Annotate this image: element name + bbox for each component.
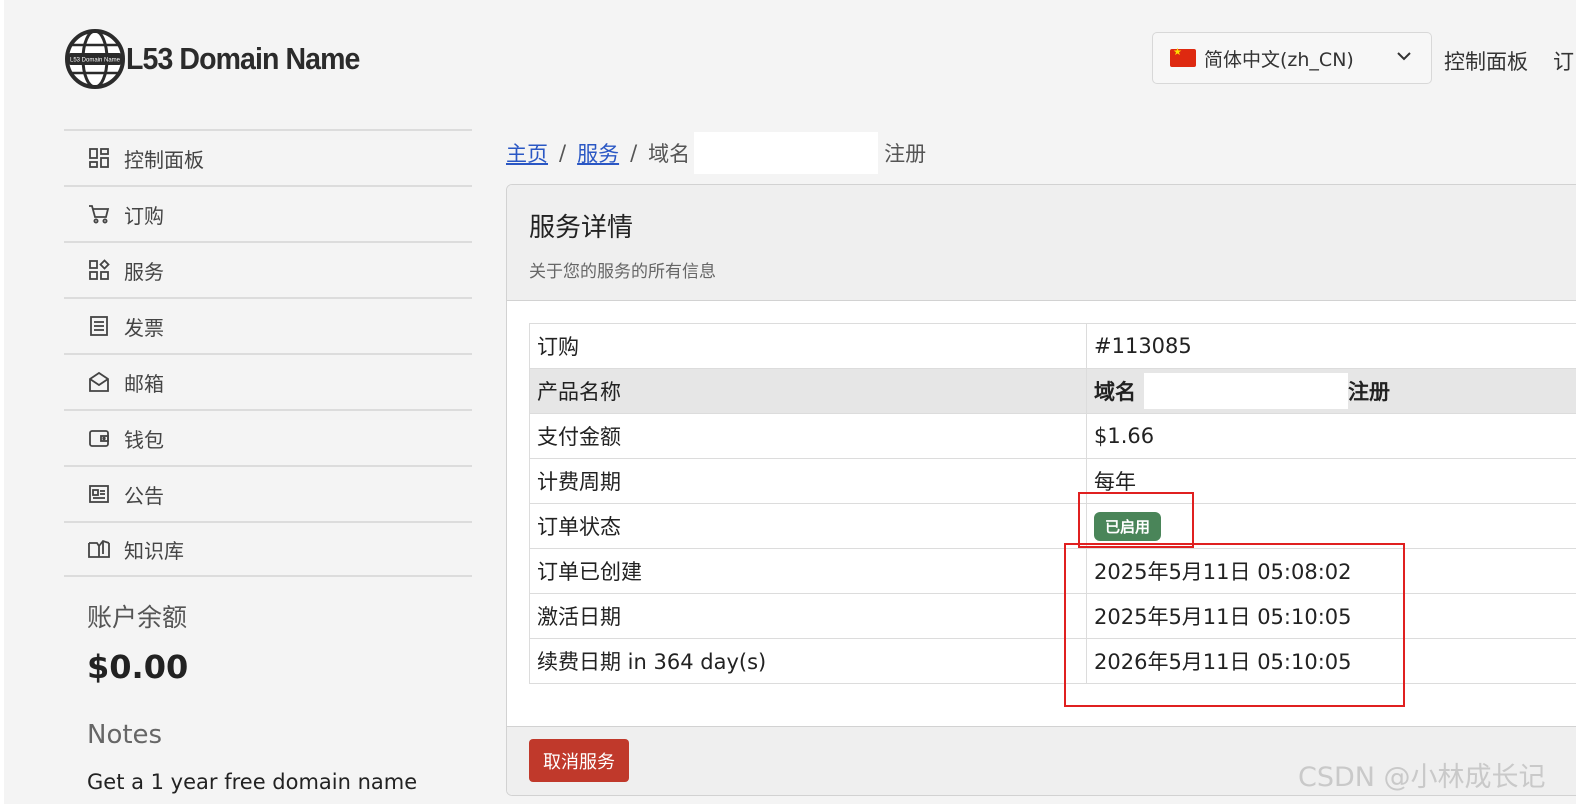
mail-icon bbox=[89, 371, 109, 392]
sidebar-item-label: 公告 bbox=[124, 483, 164, 508]
breadcrumb-separator: / bbox=[630, 141, 638, 165]
card-subtitle: 关于您的服务的所有信息 bbox=[529, 262, 716, 282]
sidebar-item-knowledgebase[interactable]: 知识库 bbox=[64, 521, 472, 577]
invoice-icon bbox=[90, 316, 108, 336]
language-selected: 简体中文(zh_CN) bbox=[1204, 48, 1354, 71]
sidebar-item-orders[interactable]: 订购 bbox=[64, 185, 472, 241]
annotation-box-dates bbox=[1064, 543, 1405, 707]
sidebar-item-label: 控制面板 bbox=[124, 147, 204, 172]
sidebar-item-label: 服务 bbox=[124, 259, 164, 284]
table-row: 激活日期 2025年5月11日 05:10:05 bbox=[530, 594, 1576, 639]
card-header: 服务详情 关于您的服务的所有信息 bbox=[507, 185, 1576, 301]
globe-logo-icon: L53 Domain Name bbox=[65, 29, 125, 89]
dashboard-icon bbox=[89, 148, 109, 168]
row-value: #113085 bbox=[1094, 334, 1192, 358]
card-title: 服务详情 bbox=[529, 213, 634, 243]
chevron-down-icon bbox=[1397, 52, 1411, 61]
page-edge bbox=[0, 0, 4, 804]
sidebar-item-invoices[interactable]: 发票 bbox=[64, 297, 472, 353]
sidebar-item-mail[interactable]: 邮箱 bbox=[64, 353, 472, 409]
product-name-prefix: 域名 bbox=[1094, 380, 1136, 404]
row-label: 订购 bbox=[530, 324, 1087, 368]
notes-text: Get a 1 year free domain name bbox=[87, 770, 418, 794]
product-name-suffix: 注册 bbox=[1348, 380, 1390, 404]
row-label: 产品名称 bbox=[530, 369, 1087, 413]
table-row: 产品名称 域名 注册 bbox=[530, 369, 1576, 414]
sidebar-item-dashboard[interactable]: 控制面板 bbox=[64, 129, 472, 185]
site-logo[interactable]: L53 Domain Name L53 Domain Name bbox=[64, 28, 380, 90]
table-row: 订单已创建 2025年5月11日 05:08:02 bbox=[530, 549, 1576, 594]
breadcrumb-services-link[interactable]: 服务 bbox=[577, 138, 619, 168]
logo-badge-text: L53 Domain Name bbox=[70, 58, 121, 64]
row-label: 订单状态 bbox=[530, 504, 1087, 548]
annotation-box-status bbox=[1078, 492, 1194, 548]
table-row: 订购 #113085 bbox=[530, 324, 1576, 369]
breadcrumb-current-prefix: 域名 bbox=[648, 142, 691, 166]
news-icon bbox=[89, 485, 109, 503]
table-row: 计费周期 每年 bbox=[530, 459, 1576, 504]
row-label: 支付金额 bbox=[530, 414, 1087, 458]
sidebar-item-label: 订购 bbox=[124, 203, 164, 228]
notes-title: Notes bbox=[87, 720, 163, 750]
language-select[interactable]: 简体中文(zh_CN) bbox=[1152, 32, 1432, 84]
balance-title: 账户余额 bbox=[87, 603, 188, 632]
services-icon bbox=[89, 259, 110, 280]
balance-value: $0.00 bbox=[87, 648, 189, 686]
sidebar-item-label: 钱包 bbox=[124, 427, 164, 452]
cn-flag-icon bbox=[1170, 47, 1196, 67]
table-row: 订单状态 已启用 bbox=[530, 504, 1576, 549]
row-label: 计费周期 bbox=[530, 459, 1087, 503]
cancel-service-button[interactable]: 取消服务 bbox=[529, 739, 629, 782]
row-value: $1.66 bbox=[1094, 424, 1155, 448]
sidebar-item-services[interactable]: 服务 bbox=[64, 241, 472, 297]
breadcrumb-separator: / bbox=[559, 141, 567, 165]
service-details-card: 服务详情 关于您的服务的所有信息 订购 #113085 产品名称 域名 注册 支… bbox=[506, 184, 1576, 796]
redacted-domain bbox=[1144, 373, 1348, 409]
row-label: 续费日期 in 364 day(s) bbox=[530, 639, 1087, 683]
row-label: 激活日期 bbox=[530, 594, 1087, 638]
sidebar-item-label: 邮箱 bbox=[124, 371, 164, 396]
row-label: 订单已创建 bbox=[530, 549, 1087, 593]
breadcrumb-home-link[interactable]: 主页 bbox=[506, 138, 548, 168]
book-icon bbox=[88, 539, 110, 558]
table-row: 支付金额 $1.66 bbox=[530, 414, 1576, 459]
wallet-icon bbox=[89, 430, 109, 447]
service-details-table: 订购 #113085 产品名称 域名 注册 支付金额 $1.66 计费周期 每年… bbox=[529, 323, 1576, 684]
cart-icon bbox=[89, 205, 110, 224]
breadcrumb-current-suffix: 注册 bbox=[884, 142, 927, 166]
watermark: CSDN @小林成长记 bbox=[1298, 762, 1546, 793]
table-row: 续费日期 in 364 day(s) 2026年5月11日 05:10:05 bbox=[530, 639, 1576, 684]
sidebar: 控制面板 订购 服务 发票 邮箱 钱包 公告 知识库 bbox=[64, 129, 472, 577]
redacted-domain bbox=[694, 132, 879, 174]
sidebar-item-wallet[interactable]: 钱包 bbox=[64, 409, 472, 465]
sidebar-item-label: 知识库 bbox=[124, 538, 184, 563]
sidebar-item-announcements[interactable]: 公告 bbox=[64, 465, 472, 521]
product-name-value: 域名 注册 bbox=[1087, 369, 1576, 413]
nav-link-dashboard[interactable]: 控制面板 bbox=[1444, 46, 1528, 76]
breadcrumb: 主页 / 服务 / 域名 注册 bbox=[506, 132, 926, 174]
nav-link-order[interactable]: 订 bbox=[1553, 46, 1574, 76]
logo-text: L53 Domain Name bbox=[126, 41, 360, 76]
sidebar-item-label: 发票 bbox=[124, 315, 164, 340]
